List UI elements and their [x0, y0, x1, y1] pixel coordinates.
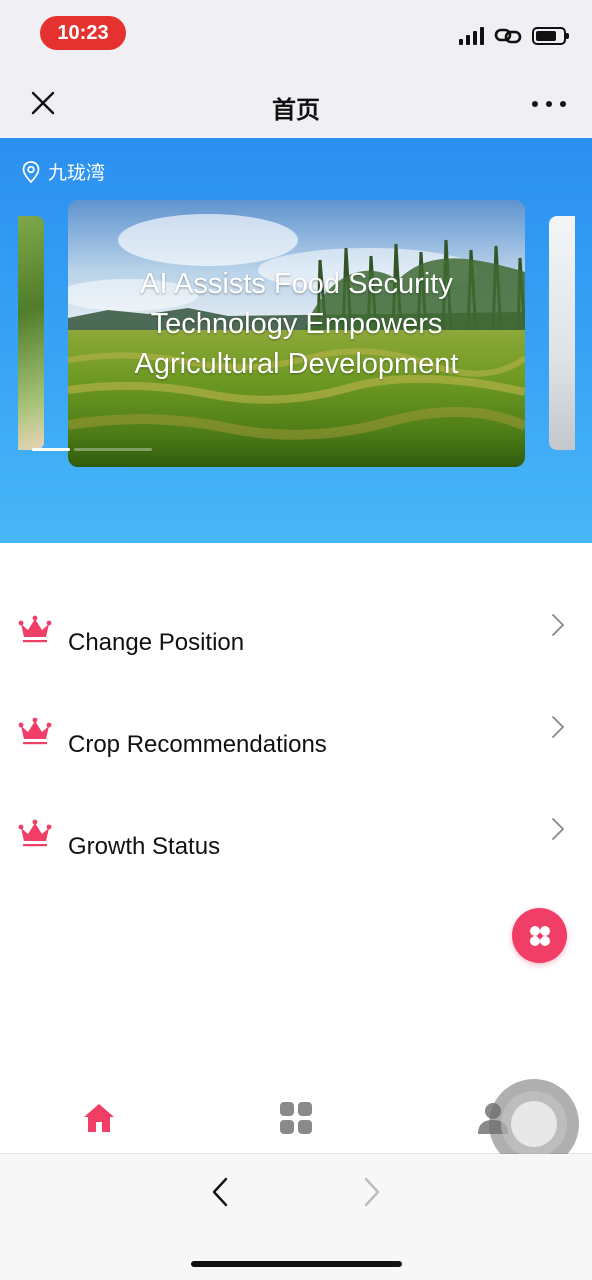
more-icon: [532, 101, 538, 107]
chevron-right-icon: [364, 1177, 380, 1207]
chevron-right-icon: [552, 614, 565, 636]
menu-item-crop-recommendations[interactable]: Crop Recommendations: [0, 645, 592, 758]
chevron-right-icon: [552, 716, 565, 738]
carousel-slide[interactable]: AI Assists Food Security Technology Empo…: [68, 200, 525, 467]
tab-apps[interactable]: [276, 1098, 316, 1138]
status-icons: [459, 26, 569, 46]
home-indicator: [191, 1261, 402, 1267]
header-banner: 九珑湾 AI Assists Food Security Technology …: [0, 138, 592, 543]
location-name: 九珑湾: [48, 163, 106, 184]
close-button[interactable]: [26, 86, 60, 120]
tab-home[interactable]: [79, 1098, 119, 1138]
crown-icon: [18, 615, 52, 643]
caption-line: Technology Empowers: [150, 308, 443, 340]
crown-icon: [18, 819, 52, 847]
browser-toolbar: [0, 1154, 592, 1280]
location-pin-icon: [22, 160, 40, 183]
grid-icon: [280, 1102, 312, 1134]
carousel-dot: [74, 448, 152, 451]
back-button[interactable]: [203, 1174, 237, 1210]
crown-icon: [18, 717, 52, 745]
caption-line: Agricultural Development: [134, 348, 459, 380]
carousel-indicator: [32, 448, 152, 451]
page-title: 首页: [272, 97, 320, 124]
forward-button[interactable]: [355, 1174, 389, 1210]
menu-item-label: Growth Status: [68, 833, 221, 860]
chevron-right-icon: [552, 818, 565, 840]
menu-item-change-position[interactable]: Change Position: [0, 543, 592, 656]
nav-bar: 首页: [0, 70, 592, 138]
link-icon: [494, 28, 522, 44]
cellular-signal-icon: [459, 27, 484, 45]
status-bar: 10:23: [0, 0, 592, 70]
banner-caption: AI Assists Food Security Technology Empo…: [68, 264, 525, 384]
floating-action-button[interactable]: [512, 908, 567, 963]
caption-line: AI Assists Food Security: [140, 268, 453, 300]
more-button[interactable]: [532, 90, 566, 118]
carousel-prev-slide[interactable]: [18, 216, 44, 450]
chevron-left-icon: [212, 1177, 228, 1207]
carousel-next-slide[interactable]: [549, 216, 575, 450]
menu-item-growth-status[interactable]: Growth Status: [0, 747, 592, 860]
battery-icon: [532, 27, 569, 45]
location-selector[interactable]: 九珑湾: [22, 158, 105, 185]
home-icon: [84, 1104, 114, 1132]
four-petal-icon: [529, 925, 550, 946]
status-time: 10:23: [40, 16, 126, 50]
carousel-dot-active: [32, 448, 70, 451]
close-icon: [31, 91, 55, 115]
